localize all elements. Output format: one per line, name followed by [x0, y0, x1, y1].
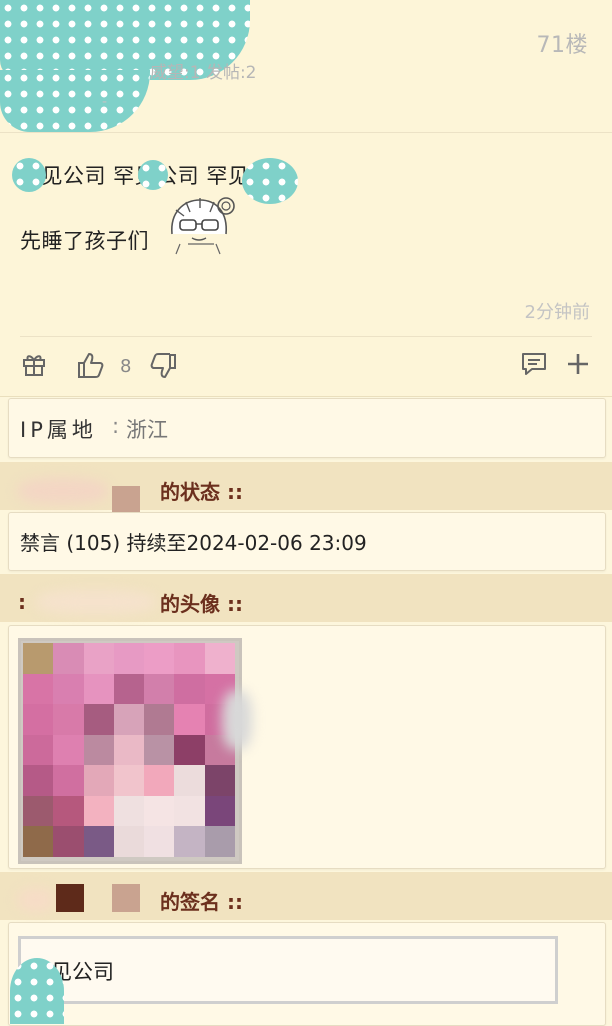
- ip-location-label: IP属地: [20, 418, 97, 442]
- user-meta: 威望:1 发帖:2: [150, 63, 257, 83]
- floor-number: 71楼: [536, 33, 588, 58]
- like-count: 8: [120, 356, 132, 377]
- redacted-username-signature-pixel-2: [112, 884, 140, 912]
- avatar-title-colon: :: [18, 590, 26, 614]
- redacted-username-status: [18, 478, 108, 504]
- post-content-line-2: 先睡了孩子们: [20, 229, 149, 253]
- status-value: 禁言 (105) 持续至2024-02-06 23:09: [20, 531, 367, 555]
- user-meta-extra: -: [102, 94, 108, 110]
- redacted-username-status-pixel: [112, 486, 140, 512]
- signature-section-title: 的签名 ::: [160, 890, 243, 914]
- redacted-user-avatar-lower: [0, 70, 150, 132]
- avatar-section-title: 的头像 ::: [160, 592, 243, 616]
- avatar-image: [18, 638, 242, 864]
- signature-title-band: [0, 872, 612, 920]
- footer-divider: [20, 336, 592, 337]
- redacted-username-signature-pixel-1: [56, 884, 84, 912]
- anime-sticker-icon: [171, 197, 235, 255]
- post-card: 71楼 威望:1 发帖:2 - 罕见公司 罕见公司 罕见公司 先睡了孩子们 2分…: [0, 0, 612, 397]
- comment-icon[interactable]: [520, 350, 548, 378]
- redacted-username-signature: [18, 888, 54, 912]
- redacted-mark-1: [12, 158, 46, 192]
- redacted-signature-mark: [10, 958, 64, 1024]
- status-section-title: 的状态 ::: [160, 480, 243, 504]
- thumbs-up-icon[interactable]: [76, 351, 104, 379]
- ip-location-value: 浙江: [126, 418, 168, 442]
- avatar-blur-edge: [222, 690, 252, 750]
- post-time: 2分钟前: [524, 302, 590, 323]
- ip-location-panel: [8, 398, 606, 458]
- header-divider: [0, 132, 612, 133]
- plus-icon[interactable]: [564, 350, 592, 378]
- redacted-mark-2: [138, 160, 168, 190]
- redacted-mark-3: [242, 158, 298, 204]
- ip-location-colon: :: [112, 414, 120, 438]
- thumbs-down-icon[interactable]: [150, 352, 178, 380]
- avatar-mosaic: [23, 643, 235, 857]
- redacted-username-avatar: [36, 590, 156, 614]
- gift-icon[interactable]: [20, 350, 48, 378]
